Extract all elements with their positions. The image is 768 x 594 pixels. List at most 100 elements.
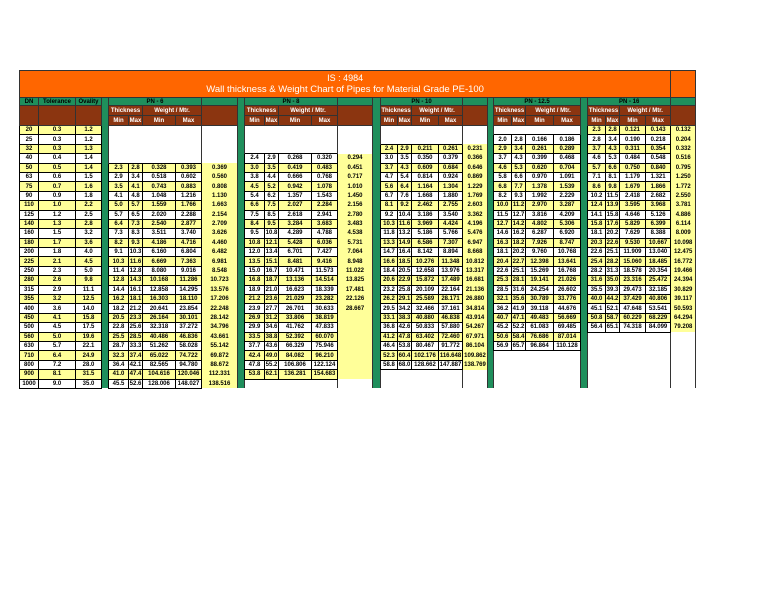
- thickness-max-cell: 41.9: [511, 303, 526, 314]
- weight-min-cell: 8.481: [278, 256, 312, 267]
- average-weight-cell: 5.731: [337, 238, 373, 248]
- thickness-min-cell: 36.2: [493, 303, 512, 314]
- thickness-min-cell: 5.7: [587, 162, 606, 173]
- average-weight-cell: 28.667: [337, 303, 373, 314]
- empty-cell: [411, 379, 439, 389]
- average-weight-cell: 8.548: [201, 266, 238, 276]
- thickness-min-cell: 16.6: [380, 256, 398, 267]
- column-separator: [101, 97, 109, 106]
- empty-cell: [605, 360, 620, 370]
- column-separator: [372, 238, 381, 248]
- tolerance-cell: 1.7: [38, 237, 76, 249]
- weight-max-cell: 6.399: [644, 218, 672, 230]
- weight-min-cell: 15.872: [411, 275, 439, 286]
- ovality-cell: 1.2: [75, 134, 102, 145]
- ovality-cell: 2.5: [75, 209, 102, 220]
- thickness-min-cell: 10.2: [587, 190, 606, 202]
- weight-min-cell: 106.806: [278, 359, 312, 371]
- weight-min-cell: 7.629: [619, 228, 646, 239]
- column-separator: [580, 134, 588, 145]
- weight-max-cell: 0.468: [553, 153, 581, 164]
- table-row: 200 1.8 4.0 9.1 10.3 6.160 6.804 6.482 12.0 13.4 6…: [19, 247, 697, 258]
- thickness-max-cell: 5.3: [605, 153, 620, 164]
- tolerance-cell: 9.0: [38, 378, 76, 389]
- tolerance-cell: 6.4: [38, 350, 76, 361]
- column-separator: [580, 369, 588, 380]
- weight-min-cell: 5.829: [619, 218, 646, 230]
- thickness-min-cell: 33.1: [380, 312, 398, 324]
- average-weight-cell: 8.668: [462, 247, 488, 257]
- thickness-max-cell: 18.7: [264, 275, 279, 286]
- empty-cell: [525, 379, 554, 389]
- thickness-min-cell: 12.4: [587, 200, 606, 211]
- weight-min-cell: 3.186: [411, 209, 439, 220]
- column-separator: [580, 247, 588, 257]
- weight-max-cell: 1.880: [438, 190, 463, 202]
- thickness-min-cell: 18.2: [108, 303, 129, 314]
- average-weight-cell: 26.880: [462, 294, 488, 304]
- average-weight-cell: 13.825: [337, 275, 373, 286]
- weight-max-cell: 94.780: [175, 359, 202, 371]
- thickness-min-cell: 26.9: [244, 312, 265, 324]
- empty-cell: [311, 134, 338, 145]
- empty-cell: [264, 134, 279, 145]
- thickness-min-cell: 28.5: [493, 284, 512, 296]
- ovality-cell: 19.6: [75, 331, 102, 343]
- chart-title: IS : 4984 Wall thickness & Weight Chart o…: [18, 70, 672, 98]
- empty-cell: [142, 125, 176, 135]
- empty-cell: [311, 144, 338, 154]
- thickness-max-cell: 15.1: [264, 256, 279, 267]
- column-separator: [372, 313, 381, 323]
- dn-cell: 50: [19, 162, 39, 173]
- weight-max-cell: 11.286: [175, 275, 202, 286]
- weight-min-cell: 15.060: [619, 256, 646, 267]
- weight-min-cell: 1.179: [619, 171, 646, 183]
- thickness-max-cell: 5.7: [128, 200, 143, 211]
- weight-max-cell: 30.633: [311, 303, 338, 314]
- table-row: 125 1.2 2.5 5.7 6.5 2.020 2.288 2.154 7.5 8.5 2.61…: [19, 209, 697, 220]
- weight-header: Weight / Mtr.: [278, 105, 338, 116]
- column-separator: [580, 332, 588, 342]
- weight-max-cell: 23.854: [175, 303, 202, 314]
- average-weight-cell: [337, 332, 373, 342]
- column-separator: [101, 294, 109, 304]
- average-weight-cell: [337, 322, 373, 333]
- tolerance-cell: 4.1: [38, 312, 76, 324]
- average-weight-cell: 3.483: [337, 219, 373, 229]
- tolerance-cell: 1.3: [38, 218, 76, 230]
- weight-min-cell: 20.641: [142, 303, 176, 314]
- column-separator: [101, 125, 109, 135]
- table-row: 630 5.7 22.1 28.7 33.3 51.262 58.028 55.142 37.7…: [19, 340, 697, 352]
- average-weight-cell: 0.231: [462, 144, 488, 154]
- thickness-max-cell: 25.8: [397, 284, 412, 296]
- weight-min-cell: 2.027: [278, 200, 312, 211]
- thickness-max-header: Max: [511, 115, 526, 126]
- weight-min-cell: 10.471: [278, 265, 312, 277]
- empty-average-cell: [337, 144, 373, 154]
- column-separator: [101, 172, 109, 182]
- empty-cell: [645, 379, 672, 389]
- column-separator: [372, 97, 381, 106]
- thickness-min-cell: 3.5: [108, 181, 129, 192]
- weight-max-cell: 2.755: [438, 200, 463, 211]
- weight-min-cell: 1.048: [142, 190, 176, 202]
- ovality-cell: 15.8: [75, 312, 102, 324]
- weight-header: Weight / Mtr.: [142, 105, 202, 116]
- thickness-max-cell: 25.1: [605, 247, 620, 258]
- thickness-min-cell: 28.7: [108, 340, 129, 352]
- left-subheader-blank: [75, 105, 102, 126]
- thickness-max-cell: 62.1: [264, 369, 279, 380]
- average-weight-cell: 1.769: [462, 191, 488, 201]
- column-separator: [580, 341, 588, 351]
- empty-cell: [553, 125, 581, 135]
- dn-cell: 200: [19, 247, 39, 258]
- thickness-max-cell: 14.3: [128, 275, 143, 286]
- thickness-min-cell: 18.9: [244, 284, 265, 296]
- dn-cell: 125: [19, 209, 39, 220]
- average-weight-cell: 3.362: [462, 210, 488, 220]
- weight-max-cell: 5.766: [438, 228, 463, 239]
- tolerance-cell: 8.1: [38, 369, 76, 380]
- weight-max-cell: 2.682: [644, 190, 672, 202]
- average-weight-cell: [337, 313, 373, 323]
- thickness-min-cell: 10.0: [493, 200, 512, 211]
